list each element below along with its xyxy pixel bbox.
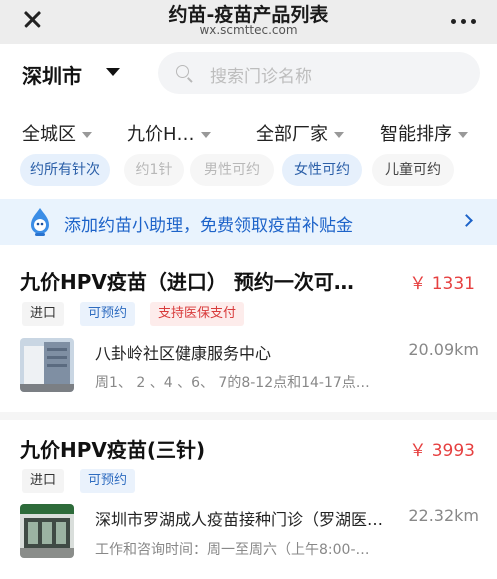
close-icon[interactable] [14,6,50,32]
clinic-name[interactable]: 深圳市罗湖成人疫苗接种门诊（罗湖医… [95,506,383,530]
search-placeholder: 搜索门诊名称 [210,67,312,87]
filter-bar: 全城区 九价H… 全部厂家 智能排序 [0,120,497,150]
tag-insurance: 支持医保支付 [150,302,245,326]
top-bar: 约苗-疫苗产品列表 wx.scmttec.com [0,0,497,44]
product-title[interactable]: 九价HPV疫苗(三针) [20,434,205,463]
filter-manufacturer[interactable]: 全部厂家 [256,120,344,146]
chevron-down-icon [200,132,211,138]
chip-male[interactable]: 男性可约 [190,154,274,186]
chip-children[interactable]: 儿童可约 [372,154,454,186]
filter-sort[interactable]: 智能排序 [380,120,468,146]
clinic-hours: 周1、 2 、4 、6、 7的8-12点和14-17点… [95,375,370,391]
clinic-thumbnail[interactable] [20,504,74,558]
chip-all-doses[interactable]: 约所有针次 [20,154,110,186]
tag-bookable: 可预约 [80,302,136,326]
chevron-right-icon [460,214,473,227]
clinic-name[interactable]: 八卦岭社区健康服务中心 [95,340,271,364]
search-input[interactable]: 搜索门诊名称 [158,52,480,94]
tag-bookable: 可预约 [80,469,136,493]
chevron-down-icon [334,132,344,138]
product-price: ￥ 3993 [409,441,475,461]
product-price: ￥ 1331 [409,274,475,294]
product-title[interactable]: 九价HPV疫苗（进口） 预约一次可… [20,266,354,295]
assistant-banner[interactable]: 添加约苗小助理，免费领取疫苗补贴金 [0,199,497,245]
tag-import: 进口 [22,302,65,326]
clinic-distance: 20.09km [408,340,479,359]
more-icon[interactable] [449,10,479,30]
page-domain: wx.scmttec.com [199,23,298,37]
search-icon [176,65,189,78]
clinic-distance: 22.32km [408,506,479,525]
tag-import: 进口 [22,469,65,493]
clinic-thumbnail[interactable] [20,338,74,392]
filter-district[interactable]: 全城区 [22,120,92,146]
filter-vaccine[interactable]: 九价H… [127,120,211,146]
city-selector[interactable]: 深圳市 [22,60,82,89]
divider [0,412,497,420]
banner-text: 添加约苗小助理，免费领取疫苗补贴金 [64,216,353,236]
clinic-hours: 工作和咨询时间：周一至周六（上午8:00-… [95,542,370,558]
chip-female[interactable]: 女性可约 [282,154,362,186]
city-caret-icon[interactable] [106,68,120,76]
chip-one-dose[interactable]: 约1针 [124,154,184,186]
chevron-down-icon [82,132,92,138]
chevron-down-icon [458,132,468,138]
mascot-icon [31,208,49,236]
